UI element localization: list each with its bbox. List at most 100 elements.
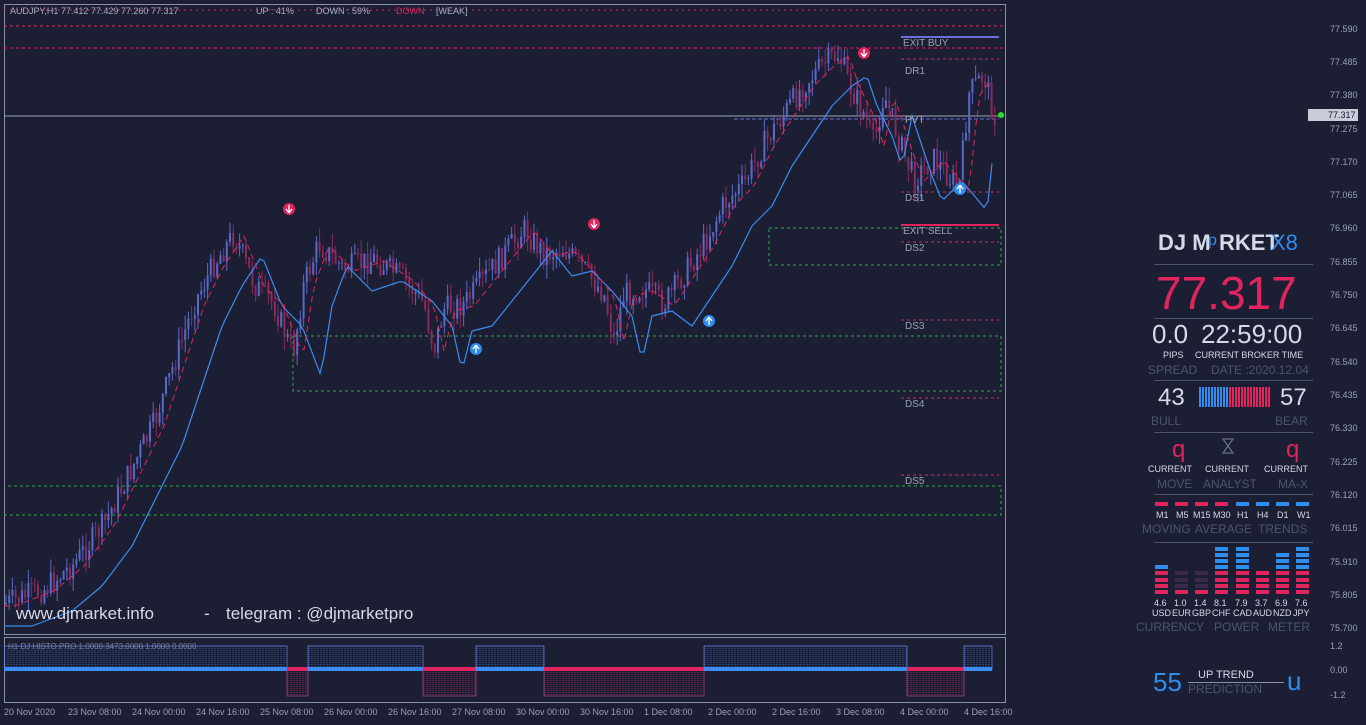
current-move-label: CURRENT xyxy=(1148,464,1192,474)
brand-rket: RKET xyxy=(1219,230,1279,255)
current-max-label: CURRENT xyxy=(1264,464,1308,474)
candle-body xyxy=(200,291,203,295)
candle-body xyxy=(107,514,110,521)
candle-body xyxy=(75,559,78,565)
candle-body xyxy=(776,123,779,125)
candle-body xyxy=(629,282,631,306)
ma-average-label: AVERAGE xyxy=(1195,522,1253,536)
candle-body xyxy=(481,271,484,274)
candle-body xyxy=(168,373,171,378)
candle-body xyxy=(961,140,964,180)
candle-body xyxy=(853,93,855,104)
prediction-arrow-icon: u xyxy=(1287,666,1302,696)
power-meter-segment xyxy=(1276,590,1289,594)
candle-body xyxy=(683,285,686,288)
candle-body xyxy=(395,263,398,273)
candle-body xyxy=(558,252,561,257)
candle-body xyxy=(584,262,587,264)
candle-body xyxy=(72,564,75,580)
power-meter-segment xyxy=(1236,559,1249,563)
candle-body xyxy=(155,412,158,424)
candle-body xyxy=(325,257,327,262)
candle-body xyxy=(942,162,945,165)
candle-body xyxy=(769,137,772,141)
candle-body xyxy=(257,281,260,297)
candle-body xyxy=(49,572,52,594)
candle-body xyxy=(638,297,641,302)
candle-body xyxy=(792,87,795,99)
candle-body xyxy=(945,164,948,186)
candle-body xyxy=(750,160,753,179)
pips-value: 0.0 xyxy=(1152,319,1189,349)
candle-body xyxy=(357,252,359,254)
candle-body xyxy=(667,287,670,310)
candle-body xyxy=(597,286,599,292)
gauge-tick xyxy=(1262,387,1264,407)
candle-body xyxy=(657,284,660,291)
max-signal-icon: q xyxy=(1286,436,1300,463)
candlestick-chart[interactable] xyxy=(4,4,1006,635)
candle-body xyxy=(465,291,468,302)
power-meter-segment xyxy=(1155,565,1168,570)
gauge-tick xyxy=(1244,387,1246,407)
chart-frame xyxy=(4,4,1006,635)
power-meter-segment xyxy=(1215,565,1228,570)
candle-body xyxy=(216,263,219,277)
candle-body xyxy=(398,263,401,267)
candle-body xyxy=(603,295,606,302)
candle-body xyxy=(27,583,30,598)
sell-arrow-icon[interactable] xyxy=(588,218,600,230)
candle-body xyxy=(968,92,971,134)
candle-body xyxy=(59,579,62,581)
candle-body xyxy=(936,148,939,170)
candle-body xyxy=(318,241,321,252)
candle-body xyxy=(347,270,350,272)
candle-body xyxy=(510,233,513,239)
gauge-tick xyxy=(1199,387,1201,407)
candle-body xyxy=(529,240,532,250)
website-watermark: www.djmarket.info xyxy=(16,604,154,623)
candle-body xyxy=(129,465,132,479)
date-label: DATE :2020.12.04 xyxy=(1211,363,1309,377)
indicator-axis-bottom: -1.2 xyxy=(1330,690,1346,700)
power-meter-segment xyxy=(1296,583,1309,588)
power-meter-segment xyxy=(1236,590,1249,594)
candle-body xyxy=(165,377,167,394)
buy-arrow-icon[interactable] xyxy=(703,315,715,327)
time-tick-label: 3 Dec 08:00 xyxy=(836,707,885,717)
buy-arrow-icon[interactable] xyxy=(954,183,966,195)
price-tick-label: 77.275 xyxy=(1330,124,1358,134)
candle-body xyxy=(21,590,23,603)
candle-body xyxy=(677,274,679,280)
buy-arrow-icon[interactable] xyxy=(470,343,482,355)
candle-body xyxy=(507,238,510,246)
candle-body xyxy=(414,292,417,294)
candle-body xyxy=(696,254,699,270)
sell-arrow-icon[interactable] xyxy=(283,203,295,215)
candle-body xyxy=(126,465,129,492)
power-meter-segment xyxy=(1195,577,1208,582)
sell-arrow-icon[interactable] xyxy=(858,47,870,59)
timeframe-label: H4 xyxy=(1257,510,1269,520)
power-meter-segment xyxy=(1215,571,1228,576)
panel-divider xyxy=(1154,494,1313,495)
timeframe-trend-bar xyxy=(1236,502,1249,506)
power-meter-segment xyxy=(1276,571,1289,576)
power-meter-segment xyxy=(1296,590,1309,594)
candle-body xyxy=(561,254,564,257)
ds2-label: DS2 xyxy=(905,243,925,254)
candle-body xyxy=(565,254,567,259)
brand-dj-m: DJ M xyxy=(1158,230,1211,255)
candle-body xyxy=(635,299,638,302)
power-meter-segment xyxy=(1155,590,1168,594)
candle-body xyxy=(248,257,251,268)
price-chart[interactable] xyxy=(4,4,1006,635)
candle-body xyxy=(491,258,494,270)
candle-body xyxy=(46,589,49,594)
candle-body xyxy=(721,197,724,215)
candle-body xyxy=(209,258,212,276)
spread-label: SPREAD xyxy=(1148,363,1198,377)
power-meter-segment xyxy=(1296,546,1309,551)
candle-body xyxy=(24,590,27,598)
candle-body xyxy=(133,463,135,479)
